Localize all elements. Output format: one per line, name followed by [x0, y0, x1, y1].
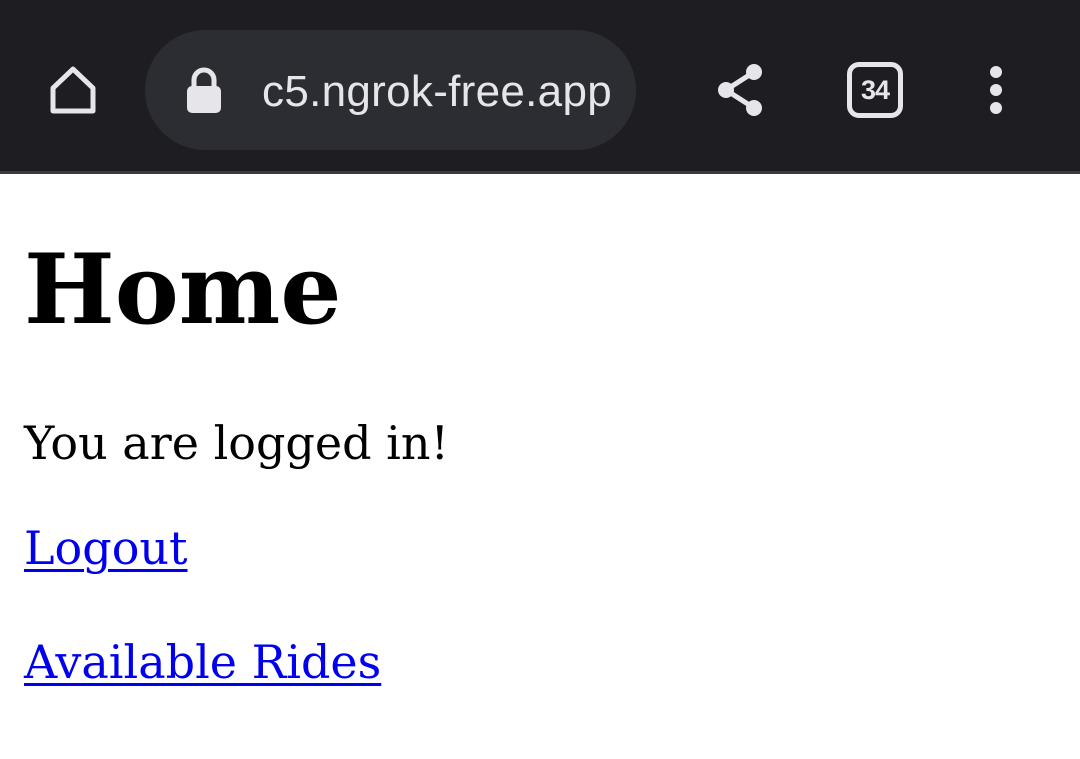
tab-count: 34 [860, 74, 890, 105]
available-rides-link[interactable]: Available Rides [24, 634, 381, 690]
menu-button[interactable] [970, 55, 1022, 125]
logout-link[interactable]: Logout [24, 520, 188, 576]
url-text-container[interactable]: c5.ngrok-free.app [250, 62, 620, 122]
share-icon [718, 64, 762, 116]
more-vert-icon [990, 66, 1002, 114]
browser-toolbar: c5.ngrok-free.app 34 [0, 0, 1080, 174]
page-title: Home [24, 233, 342, 346]
page-content: Home You are logged in! Logout Available… [0, 177, 1080, 759]
home-button[interactable] [38, 55, 108, 125]
home-icon [50, 66, 96, 114]
url-text: c5.ngrok-free.app [262, 67, 612, 116]
login-status-text: You are logged in! [24, 416, 449, 470]
lock-icon [187, 67, 221, 113]
share-button[interactable] [705, 55, 775, 125]
tabs-button[interactable]: 34 [847, 62, 903, 118]
